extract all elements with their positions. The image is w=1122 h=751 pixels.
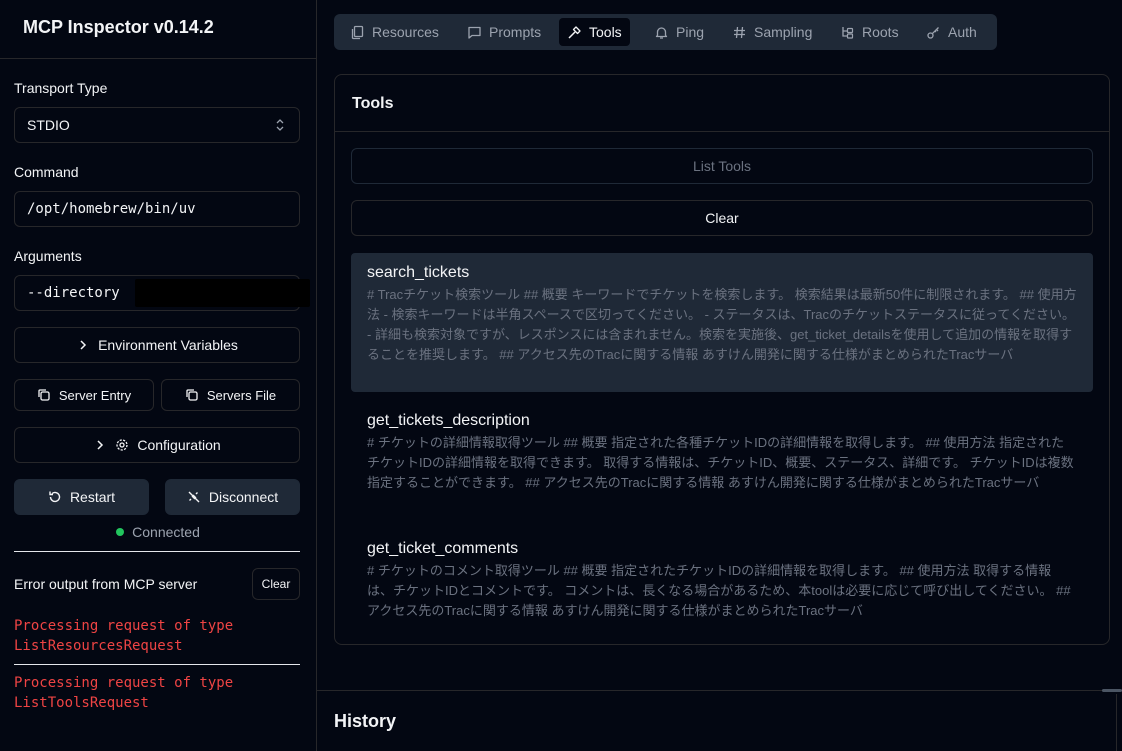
error-clear-button[interactable]: Clear: [252, 568, 300, 600]
copy-icon: [38, 389, 50, 401]
divider: [14, 664, 300, 665]
chevron-right-icon: [80, 340, 87, 350]
list-tools-button[interactable]: List Tools: [351, 148, 1093, 184]
tool-name: search_tickets: [367, 264, 470, 281]
configuration-button[interactable]: Configuration: [14, 427, 300, 463]
gear-icon: [116, 439, 129, 451]
sidebar: MCP Inspector v0.14.2 Transport Type STD…: [0, 0, 317, 751]
tab-resources-label: Resources: [372, 24, 439, 40]
error-output-title: Error output from MCP server: [14, 576, 198, 592]
history-divider: [317, 690, 1122, 691]
disconnect-button[interactable]: Disconnect: [165, 479, 300, 515]
tools-title: Tools: [352, 95, 394, 112]
hash-icon: [734, 26, 745, 38]
connection-status: Connected: [0, 524, 316, 540]
server-entry-button[interactable]: Server Entry: [14, 379, 154, 411]
tab-resources[interactable]: Resources: [342, 18, 447, 46]
transport-type-label: Transport Type: [14, 80, 108, 96]
history-title: History: [334, 711, 397, 731]
folder-tree-icon: [842, 26, 854, 39]
arguments-label: Arguments: [14, 248, 82, 264]
status-dot-icon: [116, 528, 125, 536]
tabs-bar: Resources Prompts Tools Ping Sampling Ro…: [334, 14, 997, 50]
configuration-label: Configuration: [137, 437, 221, 453]
divider: [14, 551, 300, 552]
tab-sampling[interactable]: Sampling: [724, 18, 820, 46]
key-icon: [927, 26, 939, 39]
arguments-input[interactable]: --directory: [14, 275, 310, 311]
unplug-icon: [188, 491, 200, 503]
tab-ping-label: Ping: [676, 24, 705, 40]
chevrons-up-down-icon: [276, 119, 284, 131]
disconnect-label: Disconnect: [208, 489, 279, 505]
environment-variables-button[interactable]: Environment Variables: [14, 327, 300, 363]
redaction-mask: [135, 279, 310, 307]
rotate-ccw-icon: [49, 491, 61, 503]
copy-icon: [186, 389, 198, 401]
restart-label: Restart: [69, 489, 116, 505]
tab-tools-label: Tools: [589, 24, 622, 40]
tool-description: # Tracチケット検索ツール ## 概要 キーワードでチケットを検索します。 …: [367, 287, 1077, 362]
servers-file-label: Servers File: [206, 387, 277, 403]
tool-description: # チケットのコメント取得ツール ## 概要 指定されたチケットIDの詳細情報を…: [367, 563, 1071, 618]
server-entry-label: Server Entry: [58, 387, 132, 403]
message-square-icon: [468, 26, 481, 39]
tool-name: get_tickets_description: [367, 412, 530, 429]
restart-button[interactable]: Restart: [14, 479, 149, 515]
command-label: Command: [14, 164, 79, 180]
tab-ping[interactable]: Ping: [646, 18, 712, 46]
transport-type-select[interactable]: STDIO: [14, 107, 300, 143]
scrollbar[interactable]: [1116, 694, 1117, 751]
resize-handle[interactable]: [1102, 689, 1122, 692]
servers-file-button[interactable]: Servers File: [161, 379, 300, 411]
clear-tools-button[interactable]: Clear: [351, 200, 1093, 236]
error-line: Processing request of type ListToolsRequ…: [14, 675, 234, 711]
tab-auth-label: Auth: [948, 24, 977, 40]
transport-type-value: STDIO: [27, 117, 70, 133]
bell-icon: [655, 26, 668, 39]
tab-prompts-label: Prompts: [489, 24, 542, 40]
command-value: /opt/homebrew/bin/uv: [27, 201, 196, 217]
tab-prompts[interactable]: Prompts: [459, 18, 549, 46]
tool-item-search-tickets[interactable]: search_tickets # Tracチケット検索ツール ## 概要 キーワ…: [351, 253, 1093, 392]
tools-panel: Tools List Tools Clear search_tickets # …: [334, 74, 1110, 645]
tool-description: # チケットの詳細情報取得ツール ## 概要 指定された各種チケットIDの詳細情…: [367, 435, 1074, 490]
tab-sampling-label: Sampling: [754, 24, 813, 40]
arguments-value: --directory: [27, 285, 120, 301]
divider: [335, 131, 1109, 132]
tool-item-get-tickets-description[interactable]: get_tickets_description # チケットの詳細情報取得ツール…: [351, 401, 1093, 519]
command-input[interactable]: /opt/homebrew/bin/uv: [14, 191, 300, 227]
tab-roots[interactable]: Roots: [832, 18, 907, 46]
environment-variables-label: Environment Variables: [98, 337, 238, 353]
hammer-icon: [568, 25, 581, 39]
status-text: Connected: [132, 524, 200, 540]
error-line: Processing request of type ListResources…: [14, 618, 234, 654]
divider: [0, 58, 316, 59]
files-icon: [351, 25, 364, 39]
app-title: MCP Inspector v0.14.2: [23, 17, 214, 37]
chevron-right-icon: [97, 440, 104, 450]
tab-roots-label: Roots: [862, 24, 899, 40]
tool-item-get-ticket-comments[interactable]: get_ticket_comments # チケットのコメント取得ツール ## …: [351, 529, 1093, 629]
tab-auth[interactable]: Auth: [918, 18, 985, 46]
tab-tools[interactable]: Tools: [559, 18, 630, 46]
tool-name: get_ticket_comments: [367, 540, 519, 557]
